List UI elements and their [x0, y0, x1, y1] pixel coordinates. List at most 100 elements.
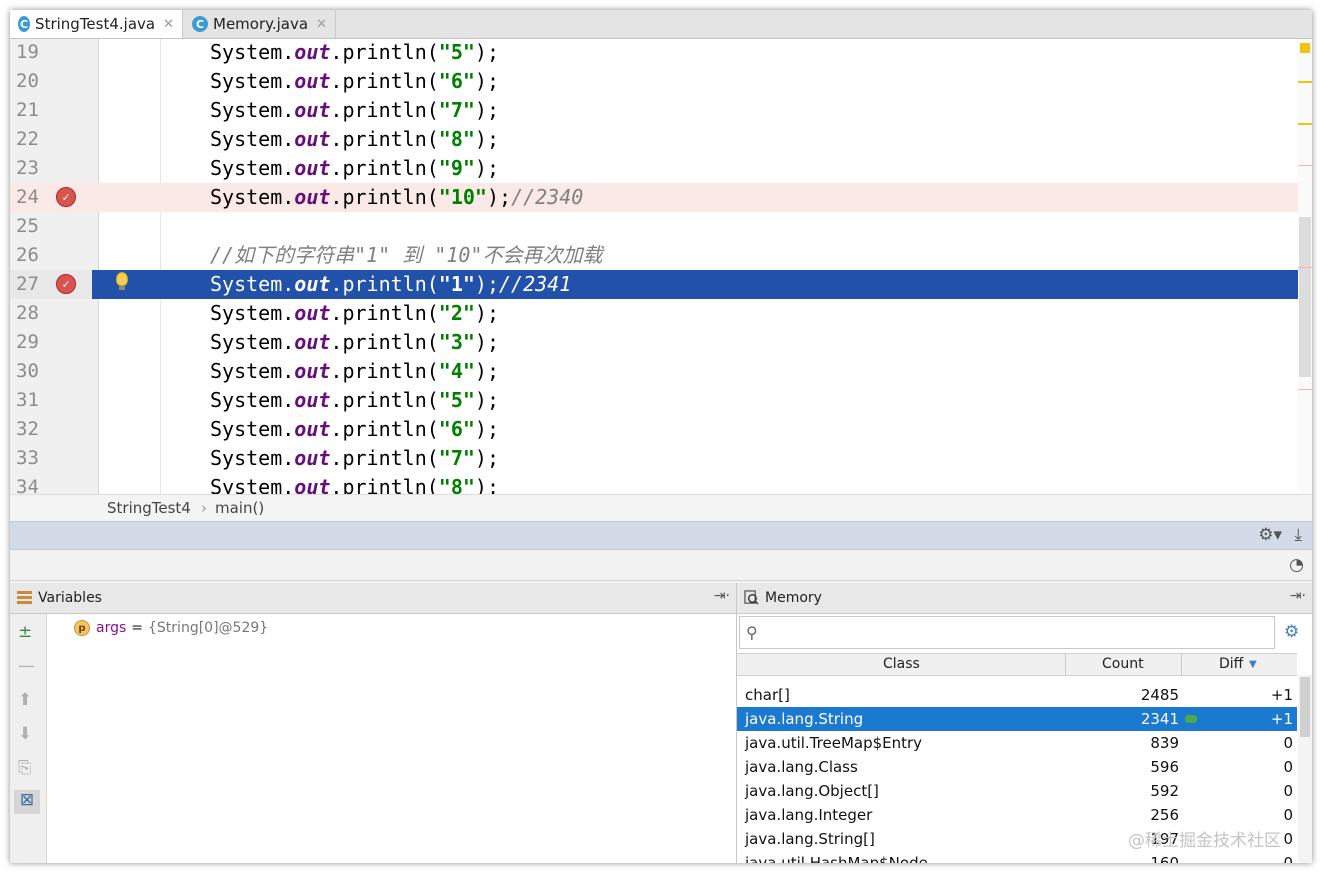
- line-number[interactable]: 33: [16, 444, 46, 473]
- code-line[interactable]: 27 ✓ System.out.println("1");//2341: [10, 270, 1310, 299]
- column-diff[interactable]: Diff: [1219, 656, 1243, 672]
- breakpoint-icon[interactable]: ✓: [56, 274, 76, 294]
- line-number[interactable]: 27: [10, 270, 92, 299]
- pin-icon[interactable]: ⇥·: [1290, 588, 1306, 604]
- code-line[interactable]: 34 System.out.println("8");: [10, 473, 1310, 494]
- scroll-mark[interactable]: [1298, 123, 1312, 125]
- code-text: System.out.println("10");//2340: [210, 183, 583, 212]
- tab-memory[interactable]: C Memory.java ✕: [184, 10, 336, 38]
- column-count[interactable]: Count: [1102, 656, 1144, 672]
- code-line[interactable]: 20 System.out.println("6");: [10, 67, 1310, 96]
- memory-table-row[interactable]: java.util.HashMap$Node 160 0: [737, 851, 1297, 863]
- breadcrumb-method[interactable]: main(): [215, 499, 264, 517]
- memory-table-row[interactable]: java.lang.Integer 256 0: [737, 803, 1297, 827]
- code-token-field: out: [294, 40, 331, 64]
- code-token-str: "7": [438, 446, 475, 470]
- code-line[interactable]: 21 System.out.println("7");: [10, 96, 1310, 125]
- watches-toggle-icon[interactable]: ⊠: [14, 790, 40, 814]
- line-number[interactable]: 21: [16, 96, 46, 125]
- line-number[interactable]: 28: [16, 299, 46, 328]
- memory-table-row[interactable]: java.util.TreeMap$Entry 839 0: [737, 731, 1297, 755]
- breakpoint-icon[interactable]: ✓: [56, 187, 76, 207]
- line-number[interactable]: 22: [16, 125, 46, 154]
- variables-icon: [17, 591, 32, 604]
- close-icon[interactable]: ✕: [163, 17, 174, 32]
- line-number[interactable]: 32: [16, 415, 46, 444]
- code-token-str: "6": [438, 417, 475, 441]
- line-number[interactable]: 24: [16, 183, 46, 212]
- code-line[interactable]: 30 System.out.println("4");: [10, 357, 1310, 386]
- code-token-post: );: [474, 475, 500, 494]
- scroll-thumb[interactable]: [1299, 217, 1311, 377]
- remove-watch-icon[interactable]: —: [18, 656, 35, 676]
- close-icon[interactable]: ✕: [316, 17, 327, 32]
- memory-table-row[interactable]: char[] 2485 +1: [737, 683, 1297, 707]
- code-editor[interactable]: 19 System.out.println("5"); 20 System.out.p…: [10, 39, 1312, 494]
- debug-toolbar: ⚙▾ ⤓: [10, 521, 1312, 550]
- scroll-mark[interactable]: [1298, 81, 1312, 83]
- scroll-thumb[interactable]: [1300, 677, 1310, 737]
- code-line[interactable]: 23 System.out.println("9");: [10, 154, 1310, 183]
- copy-icon[interactable]: ⎘: [18, 758, 32, 778]
- sort-desc-icon[interactable]: ▼: [1249, 659, 1257, 670]
- code-text: System.out.println("6");: [210, 67, 499, 96]
- scroll-mark[interactable]: [1298, 267, 1312, 268]
- breadcrumb-class[interactable]: StringTest4: [107, 499, 191, 517]
- code-line[interactable]: 31 System.out.println("5");: [10, 386, 1310, 415]
- code-line[interactable]: 29 System.out.println("3");: [10, 328, 1310, 357]
- code-line[interactable]: 19 System.out.println("5");: [10, 39, 1310, 67]
- move-down-icon[interactable]: ⬇: [18, 724, 32, 744]
- lightbulb-icon[interactable]: [116, 272, 128, 290]
- memory-table-scrollbar[interactable]: [1298, 675, 1312, 863]
- line-number[interactable]: 25: [16, 212, 46, 241]
- code-line[interactable]: 33 System.out.println("7");: [10, 444, 1310, 473]
- memory-table-row[interactable]: java.lang.Class 596 0: [737, 755, 1297, 779]
- tab-stringtest4[interactable]: C StringTest4.java ✕: [10, 10, 183, 38]
- line-number[interactable]: 19: [16, 39, 46, 67]
- line-number[interactable]: 30: [16, 357, 46, 386]
- column-divider[interactable]: [1181, 654, 1182, 675]
- line-number[interactable]: 29: [16, 328, 46, 357]
- code-line[interactable]: 24 ✓ System.out.println("10");//2340: [10, 183, 1310, 212]
- code-token-pre: System.: [210, 272, 295, 296]
- memory-table-row[interactable]: java.lang.Object[] 592 0: [737, 779, 1297, 803]
- line-number[interactable]: 20: [16, 67, 46, 96]
- cell-class: java.lang.Integer: [745, 806, 873, 824]
- cell-class: char[]: [745, 686, 790, 704]
- memory-search-input[interactable]: ⚲: [739, 616, 1275, 649]
- move-up-icon[interactable]: ⬆: [18, 690, 32, 710]
- code-line[interactable]: 28 System.out.println("2");: [10, 299, 1310, 328]
- scroll-mark[interactable]: [1298, 165, 1312, 166]
- memory-gauge-icon[interactable]: ◔: [1289, 555, 1304, 575]
- code-line[interactable]: 25: [10, 212, 1310, 241]
- code-token-comment: //如下的字符串"1" 到 "10"不会再次加载: [210, 243, 603, 267]
- editor-scrollbar[interactable]: [1298, 39, 1312, 494]
- code-token-post: );: [474, 272, 500, 296]
- warning-indicator[interactable]: [1300, 43, 1310, 53]
- column-class[interactable]: Class: [883, 656, 920, 672]
- variable-row[interactable]: p args = {String[0]@529}: [74, 620, 268, 636]
- column-divider[interactable]: [1065, 654, 1066, 675]
- line-number[interactable]: 26: [16, 241, 46, 270]
- scroll-mark[interactable]: [1298, 389, 1312, 390]
- code-token-post: );: [474, 446, 500, 470]
- variable-name: args: [96, 620, 127, 636]
- code-text: System.out.println("2");: [210, 299, 499, 328]
- cell-count: 160: [1150, 854, 1179, 863]
- line-number[interactable]: 34: [16, 473, 46, 494]
- code-line[interactable]: 26 //如下的字符串"1" 到 "10"不会再次加载: [10, 241, 1310, 270]
- memory-table-row[interactable]: java.lang.String 2341 +1: [737, 707, 1297, 731]
- line-number[interactable]: 31: [16, 386, 46, 415]
- variables-toolbar: ± — ⬆ ⬇ ⎘ ⊠: [10, 614, 47, 863]
- hide-icon[interactable]: ⤓: [1294, 525, 1302, 545]
- code-line[interactable]: 22 System.out.println("8");: [10, 125, 1310, 154]
- code-text: System.out.println("6");: [210, 415, 499, 444]
- cell-class: java.lang.String[]: [745, 830, 875, 848]
- add-watch-icon[interactable]: ±: [18, 622, 32, 642]
- gear-icon[interactable]: ⚙▾: [1258, 525, 1282, 545]
- code-line[interactable]: 32 System.out.println("6");: [10, 415, 1310, 444]
- settings-icon[interactable]: ⚙: [1284, 622, 1299, 642]
- line-number[interactable]: 23: [16, 154, 46, 183]
- pin-icon[interactable]: ⇥·: [714, 588, 730, 604]
- code-text: System.out.println("4");: [210, 357, 499, 386]
